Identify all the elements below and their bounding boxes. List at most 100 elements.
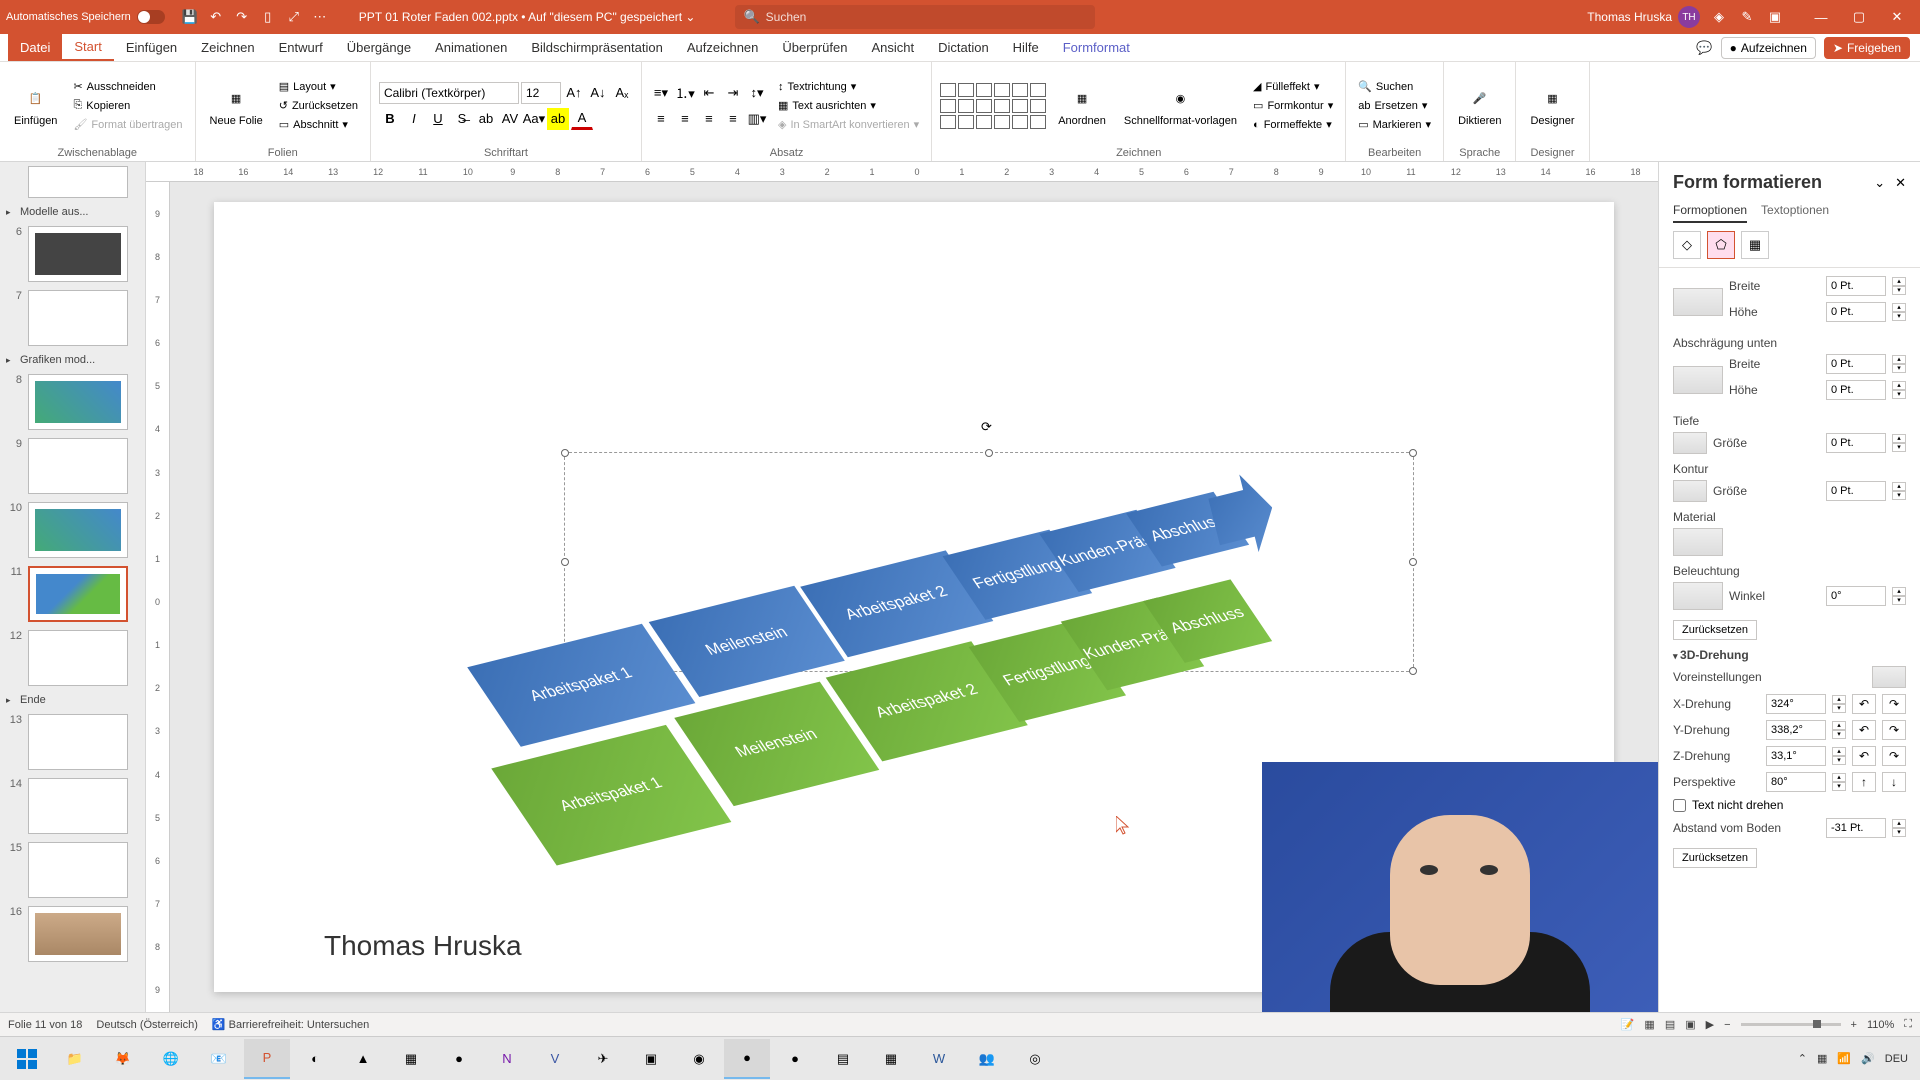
resize-handle[interactable] [1409, 558, 1417, 566]
obs-icon[interactable]: ◉ [676, 1039, 722, 1079]
align-left-button[interactable]: ≡ [650, 108, 672, 130]
persp-up-icon[interactable]: ↑ [1852, 772, 1876, 792]
app-icon[interactable]: ▦ [388, 1039, 434, 1079]
keep-text-flat[interactable] [1673, 799, 1686, 812]
tab-animations[interactable]: Animationen [423, 34, 519, 61]
tab-review[interactable]: Überprüfen [770, 34, 859, 61]
reset-slide-button[interactable]: ↺Zurücksetzen [275, 97, 362, 114]
lighting-sample[interactable] [1673, 582, 1723, 610]
rotate-up-icon[interactable]: ↶ [1852, 720, 1876, 740]
thumb-7[interactable] [28, 290, 128, 346]
app-icon[interactable]: ● [724, 1039, 770, 1079]
cut-button[interactable]: ✂Ausschneiden [69, 78, 186, 95]
tab-dictation[interactable]: Dictation [926, 34, 1001, 61]
bevel-top-height[interactable] [1826, 302, 1886, 322]
increase-indent-button[interactable]: ⇥ [722, 82, 744, 104]
spacing-button[interactable]: AV [499, 108, 521, 130]
app-icon[interactable]: ▣ [628, 1039, 674, 1079]
resize-handle[interactable] [1409, 449, 1417, 457]
bevel-bottom-sample[interactable] [1673, 366, 1723, 394]
pane-tab-shape[interactable]: Formoptionen [1673, 203, 1747, 223]
designer-button[interactable]: ▦Designer [1524, 81, 1580, 131]
columns-button[interactable]: ▥▾ [746, 108, 768, 130]
highlight-button[interactable]: ab [547, 108, 569, 130]
tray-network-icon[interactable]: 📶 [1837, 1052, 1851, 1065]
align-center-button[interactable]: ≡ [674, 108, 696, 130]
coming-soon-icon[interactable]: ◈ [1710, 8, 1728, 26]
bevel-bottom-height[interactable] [1826, 380, 1886, 400]
layout-button[interactable]: ▤Layout ▾ [275, 78, 362, 95]
tab-design[interactable]: Entwurf [267, 34, 335, 61]
document-title[interactable]: PPT 01 Roter Faden 002.pptx • Auf "diese… [359, 10, 696, 24]
copy-button[interactable]: ⎘Kopieren [69, 97, 186, 114]
tray-chevron-icon[interactable]: ⌃ [1798, 1052, 1807, 1065]
lighting-angle[interactable] [1826, 586, 1886, 606]
undo-icon[interactable]: ↶ [207, 8, 225, 26]
tab-view[interactable]: Ansicht [859, 34, 926, 61]
depth-size[interactable] [1826, 433, 1886, 453]
touch-mode-icon[interactable]: ⤢ [285, 8, 303, 26]
reading-view-icon[interactable]: ▣ [1685, 1018, 1695, 1031]
normal-view-icon[interactable]: ▦ [1644, 1018, 1654, 1031]
thumb-8[interactable] [28, 374, 128, 430]
pane-close-icon[interactable]: ✕ [1895, 175, 1906, 191]
case-button[interactable]: Aa▾ [523, 108, 545, 130]
tray-lang[interactable]: DEU [1885, 1053, 1908, 1065]
tab-insert[interactable]: Einfügen [114, 34, 189, 61]
maximize-button[interactable]: ▢ [1842, 5, 1876, 29]
numbering-button[interactable]: ⒈▾ [674, 82, 696, 104]
reset-3d-rotation-button[interactable]: Zurücksetzen [1673, 848, 1757, 868]
size-props-icon[interactable]: ▦ [1741, 231, 1769, 259]
rotate-down-icon[interactable]: ↷ [1882, 720, 1906, 740]
start-from-beginning-icon[interactable]: ▯ [259, 8, 277, 26]
zoom-level[interactable]: 110% [1867, 1019, 1894, 1031]
font-size-combo[interactable]: 12 [521, 82, 561, 104]
new-slide-button[interactable]: ▦ Neue Folie [204, 81, 269, 131]
onenote-icon[interactable]: N [484, 1039, 530, 1079]
italic-button[interactable]: I [403, 108, 425, 130]
rotate-left-icon[interactable]: ↶ [1852, 694, 1876, 714]
tab-shape-format[interactable]: Formformat [1051, 34, 1142, 61]
sorter-view-icon[interactable]: ▤ [1665, 1018, 1675, 1031]
line-spacing-button[interactable]: ↕▾ [746, 82, 768, 104]
language-status[interactable]: Deutsch (Österreich) [96, 1019, 197, 1031]
thumb-10[interactable] [28, 502, 128, 558]
smartart-graphic[interactable]: Arbeitspaket 1 Meilenstein Arbeitspaket … [504, 392, 1264, 862]
tray-volume-icon[interactable]: 🔊 [1861, 1052, 1875, 1065]
bevel-top-sample[interactable] [1673, 288, 1723, 316]
bevel-top-width[interactable] [1826, 276, 1886, 296]
select-button[interactable]: ▭Markieren ▾ [1354, 116, 1435, 133]
qat-more-icon[interactable]: ⋯ [311, 8, 329, 26]
section-header[interactable]: Grafiken mod... [0, 350, 145, 370]
accessibility-status[interactable]: ♿ Barrierefreiheit: Untersuchen [212, 1018, 369, 1031]
fill-line-icon[interactable]: ◇ [1673, 231, 1701, 259]
depth-color[interactable] [1673, 432, 1707, 454]
thumb-16[interactable] [28, 906, 128, 962]
notes-button[interactable]: 📝 [1621, 1018, 1635, 1031]
app-icon[interactable]: ▦ [868, 1039, 914, 1079]
slide-counter[interactable]: Folie 11 von 18 [8, 1019, 82, 1031]
persp-down-icon[interactable]: ↓ [1882, 772, 1906, 792]
rotate-cw-icon[interactable]: ↶ [1852, 746, 1876, 766]
start-button[interactable] [4, 1039, 50, 1079]
increase-font-icon[interactable]: A↑ [563, 82, 585, 104]
font-name-combo[interactable]: Calibri (Textkörper) [379, 82, 519, 104]
record-button[interactable]: ● Aufzeichnen [1721, 37, 1816, 59]
autosave[interactable]: Automatisches Speichern [6, 10, 165, 24]
tab-help[interactable]: Hilfe [1001, 34, 1051, 61]
find-button[interactable]: 🔍Suchen [1354, 78, 1435, 95]
shadow-button[interactable]: ab [475, 108, 497, 130]
z-rotation[interactable] [1766, 746, 1826, 766]
app-icon[interactable]: ● [772, 1039, 818, 1079]
thumb-6[interactable] [28, 226, 128, 282]
fit-to-window-icon[interactable]: ⛶ [1904, 1018, 1912, 1031]
perspective[interactable] [1766, 772, 1826, 792]
tab-start[interactable]: Start [62, 34, 113, 61]
tab-draw[interactable]: Zeichnen [189, 34, 266, 61]
rotate-ccw-icon[interactable]: ↷ [1882, 746, 1906, 766]
powerpoint-icon[interactable]: P [244, 1039, 290, 1079]
shape-outline-button[interactable]: ▭Formkontur ▾ [1249, 97, 1337, 114]
outlook-icon[interactable]: 📧 [196, 1039, 242, 1079]
resize-handle[interactable] [1409, 667, 1417, 675]
pane-options-icon[interactable]: ⌄ [1874, 175, 1885, 191]
